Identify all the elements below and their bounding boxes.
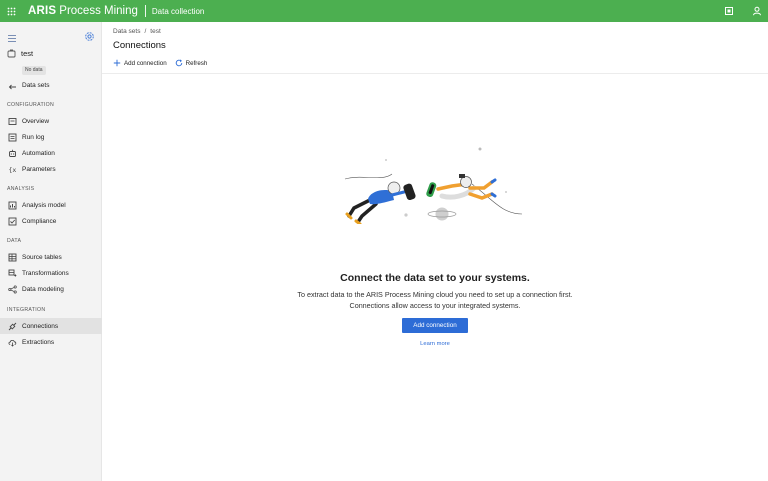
refresh-button[interactable]: Refresh [175,59,208,67]
sidebar-item-label: Connections [22,322,59,330]
refresh-icon [175,59,183,67]
toolbar: Add connection Refresh [113,59,207,67]
sidebar-item-compliance[interactable]: Compliance [0,213,102,229]
brand-product: Process Mining [59,5,138,17]
brand-name: ARIS [28,5,57,17]
page-title: Connections [113,40,166,51]
breadcrumb: Data sets / test [113,28,161,35]
user-icon[interactable] [750,4,764,18]
toolbar-divider [102,73,768,74]
sidebar-item-label: Parameters [22,165,56,173]
section-data: DATA [7,238,22,244]
sidebar-item-parameters[interactable]: {x} Parameters [0,161,102,177]
module-name: Data collection [151,6,205,16]
refresh-label: Refresh [185,59,208,67]
plug-icon [8,322,17,331]
learn-more-link[interactable]: Learn more [102,341,768,347]
sidebar-item-extractions[interactable]: Extractions [0,334,102,350]
dataset-info: test No data [7,49,46,76]
sidebar-item-label: Overview [22,117,50,125]
sidebar-item-label: Automation [22,149,55,157]
sidebar-item-analysis-model[interactable]: Analysis model [0,197,102,213]
breadcrumb-data-sets[interactable]: Data sets [113,28,140,35]
section-configuration: CONFIGURATION [7,102,55,108]
sidebar-item-label: Transformations [22,269,69,277]
compliance-icon [8,217,17,226]
section-analysis: ANALYSIS [7,186,35,192]
overview-icon [8,117,17,126]
source-tables-icon [8,253,17,262]
sidebar-item-label: Run log [22,133,45,141]
sidebar: test No data Data sets CONFIGURATION Ove… [0,22,102,481]
automation-icon [8,149,17,158]
empty-state-title: Connect the data set to your systems. [340,272,530,284]
sidebar-item-label: Extractions [22,338,55,346]
header-separator [144,5,146,17]
sidebar-item-transformations[interactable]: Transformations [0,265,102,281]
sidebar-item-connections[interactable]: Connections [0,318,102,334]
sidebar-item-label: Analysis model [22,201,66,209]
collapse-menu-icon[interactable] [7,30,17,42]
analysis-model-icon [8,201,17,210]
cloud-download-icon [8,338,17,347]
sidebar-item-label: Compliance [22,217,57,225]
section-integration: INTEGRATION [7,307,46,313]
astronauts-connecting-illustration [344,147,523,224]
dataset-icon [7,49,16,58]
dataset-status-badge: No data [22,65,46,75]
notifications-icon[interactable] [722,4,736,18]
back-to-data-sets[interactable]: Data sets [0,77,102,93]
add-connection-toolbar-button[interactable]: Add connection [113,59,167,67]
add-connection-button[interactable]: Add connection [402,318,468,333]
empty-state-description: To extract data to the ARIS Process Mini… [297,290,573,310]
run-log-icon [8,133,17,142]
sidebar-item-overview[interactable]: Overview [0,113,102,129]
main-content: Data sets / test Connections Add connect… [102,22,768,481]
sidebar-item-label: Data modeling [22,285,64,293]
breadcrumb-test[interactable]: test [150,28,160,35]
dataset-name: test [21,49,34,58]
sidebar-item-source-tables[interactable]: Source tables [0,249,102,265]
data-modeling-icon [8,284,17,294]
transformations-icon [8,269,17,278]
sidebar-item-automation[interactable]: Automation [0,145,102,161]
apps-grid-icon[interactable] [0,0,22,22]
svg-text:{x}: {x} [9,166,18,174]
top-bar: ARIS Process Mining Data collection [0,0,768,22]
settings-icon[interactable] [84,29,95,41]
back-label: Data sets [22,81,50,89]
add-connection-label: Add connection [124,59,167,67]
back-arrow-icon [8,81,17,90]
sidebar-item-data-modeling[interactable]: Data modeling [0,281,102,297]
parameters-icon: {x} [8,165,18,174]
sidebar-item-label: Source tables [22,253,62,261]
breadcrumb-separator: / [144,28,147,35]
plus-icon [113,59,121,67]
sidebar-item-run-log[interactable]: Run log [0,129,102,145]
